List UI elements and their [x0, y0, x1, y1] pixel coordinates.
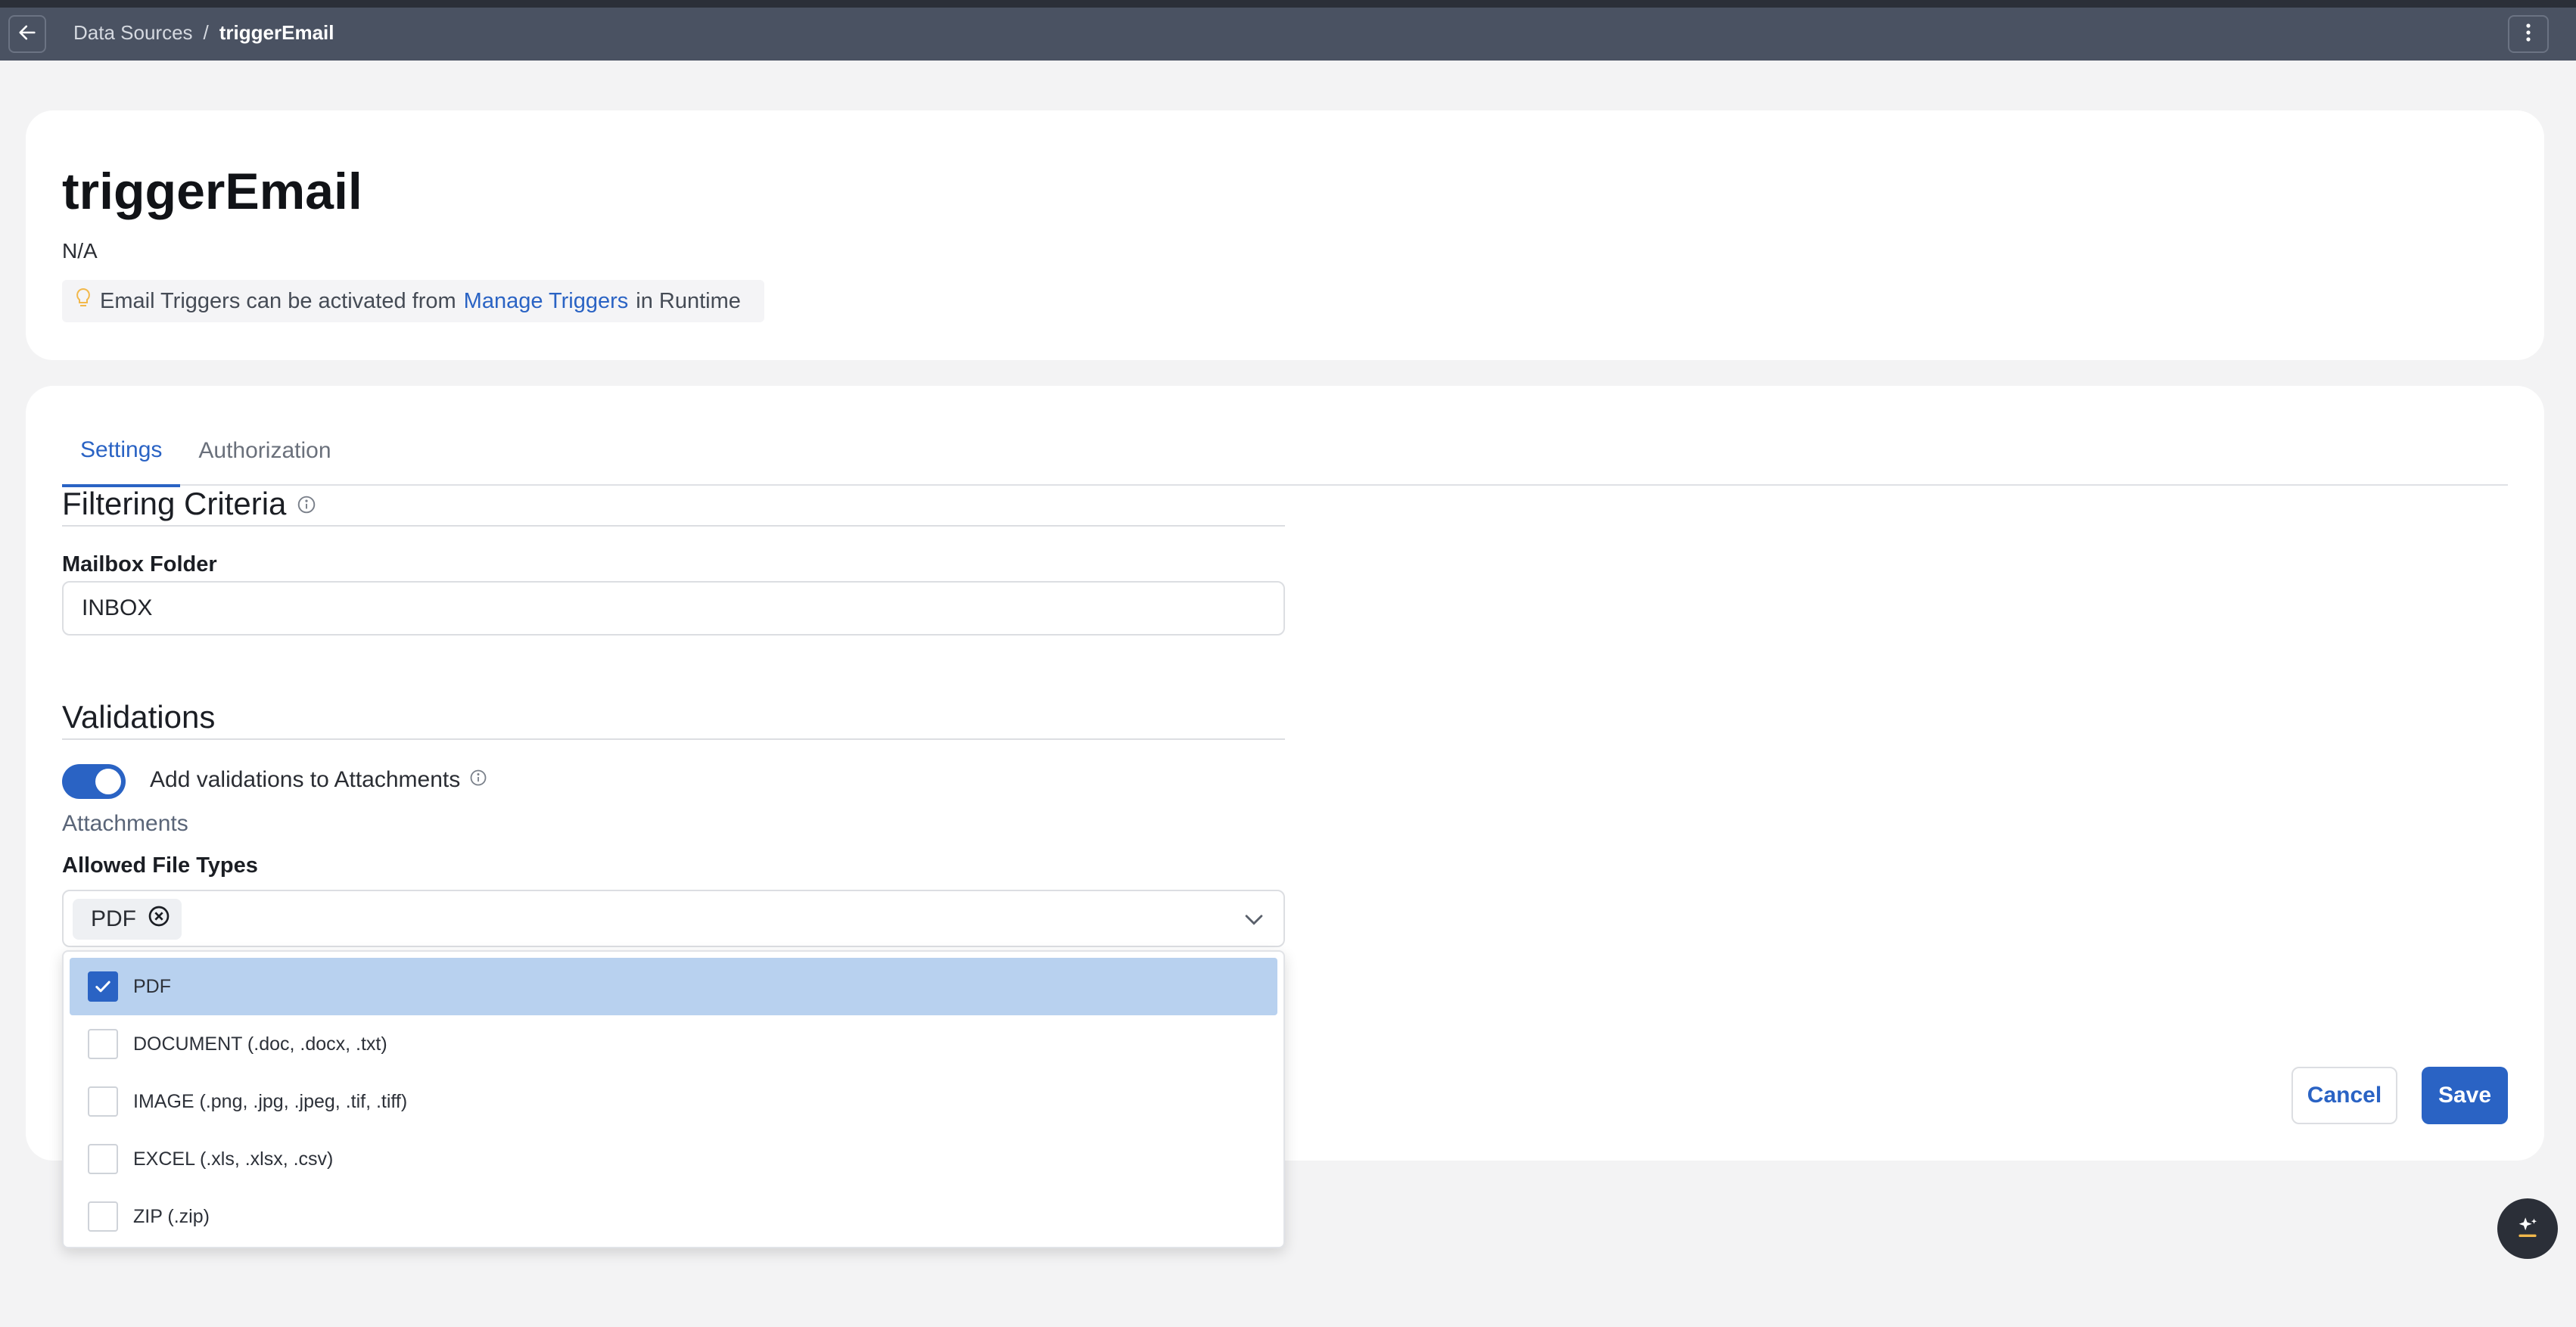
checkbox[interactable] [88, 1201, 118, 1232]
hint-box: Email Triggers can be activated from Man… [62, 280, 764, 322]
validations-heading: Validations [62, 699, 216, 735]
option-label: PDF [133, 975, 171, 997]
mailbox-folder-label: Mailbox Folder [62, 552, 217, 576]
tab-authorization[interactable]: Authorization [180, 416, 349, 486]
top-bar: Data Sources / triggerEmail [0, 8, 2576, 61]
tab-bar: Settings Authorization [62, 416, 2508, 487]
attachments-subheading: Attachments [62, 811, 188, 836]
option-pdf[interactable]: PDF [70, 958, 1277, 1015]
page-title: triggerEmail [62, 163, 362, 220]
lightbulb-icon [74, 287, 92, 315]
option-image[interactable]: IMAGE (.png, .jpg, .jpeg, .tif, .tiff) [70, 1073, 1277, 1130]
checkbox-checked[interactable] [88, 971, 118, 1002]
sparkle-icon [2515, 1214, 2540, 1244]
hint-prefix: Email Triggers can be activated from [100, 288, 456, 313]
breadcrumb-current: triggerEmail [219, 21, 334, 44]
more-options-button[interactable] [2508, 15, 2549, 53]
arrow-left-icon [17, 22, 38, 47]
allowed-file-types-select[interactable]: PDF [62, 890, 1285, 947]
checkbox[interactable] [88, 1144, 118, 1174]
option-label: IMAGE (.png, .jpg, .jpeg, .tif, .tiff) [133, 1090, 408, 1112]
toggle-label-text: Add validations to Attachments [150, 767, 461, 792]
close-circle-icon[interactable] [147, 904, 171, 934]
selected-chip: PDF [73, 899, 182, 940]
breadcrumb: Data Sources / triggerEmail [73, 21, 334, 45]
assistant-fab[interactable] [2497, 1198, 2558, 1259]
filtering-criteria-heading: Filtering Criteria [62, 486, 287, 521]
breadcrumb-separator: / [203, 21, 209, 44]
kebab-icon [2525, 23, 2531, 46]
checkbox[interactable] [88, 1086, 118, 1117]
page-subtitle: N/A [62, 239, 98, 263]
footer-actions: Cancel Save [2291, 1067, 2508, 1124]
filtering-divider [62, 525, 1285, 527]
top-strip [0, 0, 2576, 8]
chip-label: PDF [91, 906, 136, 931]
back-button[interactable] [8, 15, 46, 53]
info-icon[interactable] [469, 767, 487, 793]
toggle-label: Add validations to Attachments [150, 767, 487, 793]
header-card: triggerEmail N/A Email Triggers can be a… [26, 110, 2544, 360]
option-label: ZIP (.zip) [133, 1205, 210, 1227]
cancel-button[interactable]: Cancel [2291, 1067, 2397, 1124]
allowed-file-types-label: Allowed File Types [62, 853, 258, 878]
option-zip[interactable]: ZIP (.zip) [70, 1188, 1277, 1245]
option-document[interactable]: DOCUMENT (.doc, .docx, .txt) [70, 1015, 1277, 1073]
info-icon[interactable] [297, 486, 316, 522]
option-excel[interactable]: EXCEL (.xls, .xlsx, .csv) [70, 1130, 1277, 1188]
breadcrumb-parent[interactable]: Data Sources [73, 21, 193, 45]
chevron-down-icon[interactable] [1241, 906, 1267, 936]
file-types-dropdown: PDF DOCUMENT (.doc, .docx, .txt) IMAGE (… [62, 950, 1285, 1248]
filtering-criteria-title: Filtering Criteria [62, 486, 316, 522]
attachments-validation-toggle[interactable] [62, 764, 126, 799]
validations-title: Validations [62, 699, 215, 735]
checkbox[interactable] [88, 1029, 118, 1059]
tab-settings[interactable]: Settings [62, 416, 181, 487]
save-button[interactable]: Save [2422, 1067, 2508, 1124]
toggle-knob [95, 769, 121, 794]
mailbox-folder-input[interactable]: INBOX [62, 581, 1285, 636]
manage-triggers-link[interactable]: Manage Triggers [464, 289, 629, 314]
hint-suffix: in Runtime [636, 288, 741, 313]
option-label: DOCUMENT (.doc, .docx, .txt) [133, 1033, 387, 1055]
validations-divider [62, 738, 1285, 740]
option-label: EXCEL (.xls, .xlsx, .csv) [133, 1148, 334, 1170]
